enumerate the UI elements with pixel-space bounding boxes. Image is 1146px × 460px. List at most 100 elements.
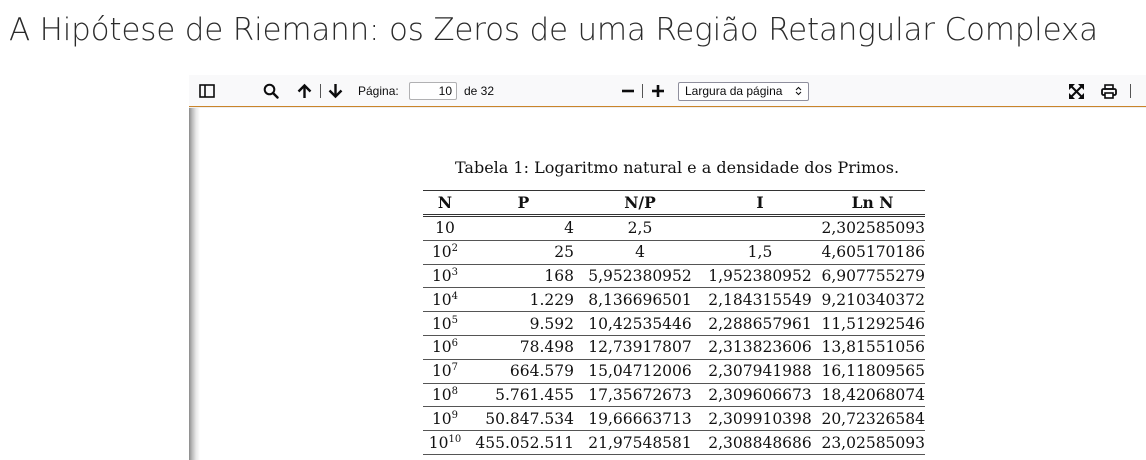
- cell-p: 455.052.511: [475, 433, 574, 452]
- column-header: P: [467, 190, 580, 217]
- cell-i: 2,288657961: [708, 314, 812, 333]
- cell-i: 2,307941988: [708, 362, 812, 381]
- document-page: Tabela 1: Logaritmo natural e a densidad…: [189, 108, 1146, 460]
- page-number-input[interactable]: [409, 82, 457, 100]
- cell-n: 108: [423, 383, 467, 407]
- cell-ln-n: 16,11809565: [821, 362, 925, 381]
- arrow-up-icon: [297, 83, 312, 99]
- cell-n-exponent: 3: [451, 266, 459, 278]
- cell-n: 10: [423, 216, 467, 241]
- cell-n: 109: [423, 407, 467, 431]
- cell-n: 106: [423, 335, 467, 359]
- print-icon: [1101, 83, 1117, 99]
- table-row: 108 5.761.455 17,35672673 2,309606673 18,420…: [423, 383, 925, 407]
- table-caption: Tabela 1: Logaritmo natural e a densidad…: [455, 158, 900, 177]
- cell-i: [700, 216, 820, 241]
- zoom-in-button[interactable]: [651, 75, 665, 107]
- cell-n-base: 10: [431, 338, 452, 357]
- primes-table: N P N/P I Ln N 10 4 2,5 2,302585093 102 25 4 1,…: [423, 190, 925, 455]
- cell-n-base: 10: [431, 385, 452, 404]
- cell-ln-n: 18,42068074: [821, 385, 925, 404]
- cell-p: 9.592: [529, 314, 574, 333]
- cell-ln-n: 13,81551056: [821, 338, 925, 357]
- cell-n-exponent: 4: [451, 290, 459, 302]
- cell-n-over-p: 19,66663713: [588, 409, 692, 428]
- cell-n: 102: [423, 240, 467, 264]
- column-header: N: [423, 190, 467, 217]
- toolbar-separator: [1130, 84, 1131, 98]
- cell-n-over-p: 12,73917807: [588, 338, 692, 357]
- zoom-out-button[interactable]: [621, 75, 635, 107]
- print-button[interactable]: [1101, 75, 1117, 107]
- table-row: 102 25 4 1,5 4,605170186: [423, 240, 925, 265]
- cell-n-exponent: 6: [451, 338, 459, 350]
- cell-p: 50.847.534: [485, 409, 574, 428]
- cell-n-base: 10: [431, 314, 452, 333]
- cell-n-over-p: 2,5: [627, 219, 653, 238]
- cell-n-over-p: 4: [635, 243, 645, 262]
- column-header: Ln N: [820, 190, 925, 217]
- cell-p: 5.761.455: [495, 385, 574, 404]
- column-header: I: [700, 190, 820, 217]
- cell-ln-n: 4,605170186: [821, 243, 925, 262]
- sidebar-toggle-icon: [199, 84, 215, 98]
- table-row: 103 168 5,952380952 1,952380952 6,907755279: [423, 264, 925, 288]
- cell-ln-n: 6,907755279: [821, 266, 925, 285]
- fullscreen-icon: [1069, 83, 1084, 99]
- table-header-row: N P N/P I Ln N: [423, 190, 925, 217]
- previous-page-button[interactable]: [297, 75, 312, 107]
- cell-i: 2,309910398: [708, 409, 812, 428]
- find-button[interactable]: [263, 75, 279, 107]
- minus-icon: [621, 84, 635, 98]
- page-total: de 32: [464, 84, 495, 98]
- cell-p: 4: [564, 219, 574, 238]
- cell-n: 107: [423, 359, 467, 383]
- zoom-select[interactable]: Largura da página: [678, 81, 809, 101]
- cell-n-base: 10: [435, 219, 455, 238]
- toolbar-separator: [320, 84, 321, 98]
- viewer-toolbar: Página: de 32 Largura da página: [189, 75, 1146, 107]
- table-row: 1010 455.052.511 21,97548581 2,308848686 23,…: [423, 431, 925, 455]
- page-edge-shadow: [189, 108, 200, 460]
- cell-n: 104: [423, 288, 467, 312]
- toolbar-separator: [642, 84, 643, 98]
- pdf-viewer: Página: de 32 Largura da página: [189, 75, 1146, 460]
- cell-ln-n: 20,72326584: [821, 409, 925, 428]
- presentation-mode-button[interactable]: [1069, 75, 1084, 107]
- cell-i: 1,5: [747, 243, 773, 262]
- cell-p: 664.579: [509, 362, 574, 381]
- sidebar-toggle-button[interactable]: [199, 75, 215, 107]
- cell-n-over-p: 21,97548581: [588, 433, 692, 452]
- table-row: 104 1.229 8,136696501 2,184315549 9,21034037…: [423, 288, 925, 312]
- column-header: N/P: [580, 190, 700, 217]
- arrow-down-icon: [328, 83, 343, 99]
- cell-ln-n: 23,02585093: [821, 433, 925, 452]
- cell-n-exponent: 5: [451, 314, 459, 326]
- cell-n-over-p: 17,35672673: [588, 385, 692, 404]
- table-row: 10 4 2,5 2,302585093: [423, 216, 925, 241]
- cell-ln-n: 9,210340372: [821, 290, 925, 309]
- cell-p: 168: [544, 266, 574, 285]
- cell-ln-n: 11,51292546: [821, 314, 925, 333]
- page-label: Página:: [358, 84, 399, 98]
- cell-i: 2,308848686: [708, 433, 812, 452]
- search-icon: [263, 83, 279, 99]
- cell-n-exponent: 10: [448, 433, 462, 445]
- cell-n-base: 10: [428, 433, 449, 452]
- cell-p: 1.229: [529, 290, 574, 309]
- next-page-button[interactable]: [328, 75, 343, 107]
- cell-n-over-p: 5,952380952: [588, 266, 692, 285]
- cell-i: 1,952380952: [708, 266, 812, 285]
- cell-p: 25: [554, 243, 574, 262]
- cell-i: 2,184315549: [708, 290, 812, 309]
- cell-n-base: 10: [431, 243, 452, 262]
- table-row: 106 78.498 12,73917807 2,313823606 13,815510…: [423, 335, 925, 360]
- cell-n-base: 10: [431, 362, 452, 381]
- cell-n-base: 10: [431, 409, 452, 428]
- cell-p: 78.498: [519, 338, 574, 357]
- table-row: 107 664.579 15,04712006 2,307941988 16,11809…: [423, 359, 925, 384]
- cell-n-over-p: 10,42535446: [588, 314, 692, 333]
- cell-n: 1010: [423, 431, 467, 455]
- cell-i: 2,309606673: [708, 385, 812, 404]
- cell-n-exponent: 7: [451, 362, 459, 374]
